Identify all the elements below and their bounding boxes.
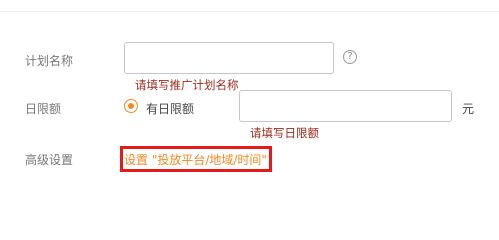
plan-name-input[interactable] [124, 42, 334, 74]
plan-name-label: 计划名称 [25, 54, 74, 68]
daily-limit-input[interactable] [239, 90, 452, 122]
currency-unit: 元 [462, 102, 475, 116]
radio-selected-dot [128, 103, 134, 109]
daily-limit-error: 请填写日限额 [250, 126, 319, 140]
question-circle-icon[interactable]: ? [343, 50, 357, 64]
daily-limit-radio[interactable] [124, 99, 138, 113]
highlight-box [120, 146, 272, 172]
daily-limit-radio-label[interactable]: 有日限额 [146, 100, 194, 117]
top-divider [0, 11, 499, 12]
advanced-settings-label: 高级设置 [25, 153, 74, 167]
plan-name-error: 请填写推广计划名称 [135, 78, 239, 92]
daily-limit-label: 日限额 [25, 102, 62, 116]
